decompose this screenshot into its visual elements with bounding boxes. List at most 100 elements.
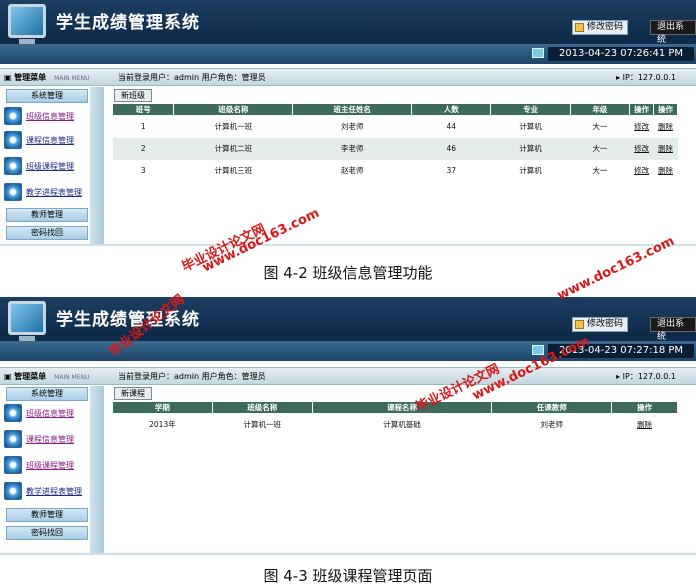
table-cell: 计算机一班 [212, 413, 313, 436]
frame-border [0, 244, 696, 246]
frame-border [0, 553, 696, 555]
monitor-icon [532, 48, 544, 58]
sidebar-system-header[interactable]: 系统管理 [6, 89, 88, 103]
column-header: 学期 [112, 401, 213, 414]
table-cell: 修改 [629, 137, 654, 160]
new-class-button[interactable]: 新班级 [114, 89, 152, 102]
gear-icon [4, 107, 22, 125]
table-row: 1 计算机一班 刘老师 44 计算机 大一 修改 删除 [112, 115, 678, 138]
gear-icon [4, 183, 22, 201]
table-cell: 删除 [611, 413, 678, 436]
sidebar-teacher-header[interactable]: 教师管理 [6, 208, 88, 222]
sidebar-divider [90, 386, 104, 555]
table-cell: 赵老师 [292, 159, 412, 182]
table-cell: 计算机二班 [173, 137, 293, 160]
column-header: 任课教师 [491, 401, 613, 414]
document-page: 学生成绩管理系统 修改密码 退出系统 2013-04-23 07:26:41 P… [0, 0, 696, 586]
class-course-table: 学期 班级名称 课程名称 任课教师 操作 2013年 计算机一班 计算机基础 刘老师 删除 [112, 401, 678, 436]
edit-link[interactable]: 修改 [634, 166, 649, 175]
table-cell: 刘老师 [292, 115, 412, 138]
logout-button[interactable]: 退出系统 [650, 20, 696, 45]
table-row: 3 计算机三班 赵老师 37 计算机 大一 修改 删除 [112, 159, 678, 182]
menu-header: ▣ 管理菜单 MAIN MENU [4, 73, 90, 82]
ip-info: ▸ IP：127.0.0.1 [616, 73, 676, 82]
column-header: 课程名称 [311, 401, 493, 414]
delete-link[interactable]: 删除 [658, 122, 673, 131]
gear-icon [4, 430, 22, 448]
sidebar-password-header[interactable]: 密码找回 [6, 526, 88, 540]
clock-bar: 2013-04-23 07:26:41 PM [0, 44, 696, 64]
change-password-button[interactable]: 修改密码 [572, 20, 629, 35]
edit-link[interactable]: 修改 [634, 144, 649, 153]
column-header: 操作 [629, 103, 655, 116]
table-cell: 计算机一班 [173, 115, 293, 138]
table-cell: 刘老师 [491, 413, 612, 436]
ip-info: ▸ IP：127.0.0.1 [616, 372, 676, 381]
login-info: 当前登录用户：admin 用户角色：管理员 [118, 372, 266, 381]
column-header: 人数 [411, 103, 492, 116]
login-info: 当前登录用户：admin 用户角色：管理员 [118, 73, 266, 82]
sidebar-system-header[interactable]: 系统管理 [6, 387, 88, 401]
gear-icon [4, 482, 22, 500]
change-password-button[interactable]: 修改密码 [572, 317, 629, 332]
table-row: 2 计算机二班 李老师 46 计算机 大一 修改 删除 [112, 137, 678, 160]
class-table: 班号 班级名称 班主任姓名 人数 专业 年级 操作 操作 1 计算机一班 刘老师 44 计算机 大一 修改… [111, 103, 678, 182]
table-cell: 修改 [629, 115, 654, 138]
column-header: 操作 [653, 103, 678, 116]
logout-button[interactable]: 退出系统 [650, 317, 696, 342]
column-header: 年级 [569, 103, 631, 116]
table-cell: 删除 [653, 115, 678, 138]
screenshot-class-info: 学生成绩管理系统 修改密码 退出系统 2013-04-23 07:26:41 P… [0, 0, 696, 246]
main-content: 新课程 学期 班级名称 课程名称 任课教师 操作 2013年 计算机一班 计算机基础 刘老师 删… [110, 386, 680, 555]
table-cell: 大一 [570, 137, 630, 160]
column-header: 班级名称 [211, 401, 313, 414]
main-content: 新班级 班号 班级名称 班主任姓名 人数 专业 年级 操作 操作 1 计算机一班 刘老师 44 计算机… [110, 87, 680, 246]
app-title: 学生成绩管理系统 [56, 13, 200, 33]
table-cell: 3 [112, 159, 174, 182]
table-cell: 计算机 [490, 115, 571, 138]
table-cell: 李老师 [292, 137, 412, 160]
edit-link[interactable]: 修改 [634, 122, 649, 131]
sidebar-password-header[interactable]: 密码找回 [6, 226, 88, 240]
monitor-logo-icon [8, 4, 46, 47]
table-cell: 1 [112, 115, 174, 138]
column-header: 班主任姓名 [292, 103, 413, 116]
table-cell: 删除 [653, 137, 678, 160]
menu-header: ▣ 管理菜单 MAIN MENU [4, 372, 90, 381]
delete-link[interactable]: 删除 [658, 166, 673, 175]
sidebar-divider [90, 87, 104, 246]
screenshot-class-course: 学生成绩管理系统 修改密码 退出系统 2013-04-23 07:27:18 P… [0, 297, 696, 555]
table-cell: 2013年 [112, 413, 213, 436]
table-cell: 46 [411, 137, 491, 160]
table-cell: 删除 [653, 159, 678, 182]
key-icon [575, 23, 584, 32]
gear-icon [4, 131, 22, 149]
table-cell: 大一 [570, 115, 630, 138]
table-row: 2013年 计算机一班 计算机基础 刘老师 删除 [112, 413, 678, 436]
column-header: 专业 [490, 103, 571, 116]
table-cell: 计算机 [490, 137, 571, 160]
figure-caption-4-3: 图 4-3 班级课程管理页面 [263, 567, 433, 585]
table-cell: 计算机三班 [173, 159, 293, 182]
table-cell: 修改 [629, 159, 654, 182]
delete-link[interactable]: 删除 [658, 144, 673, 153]
table-cell: 大一 [570, 159, 630, 182]
info-bar: ▣ 管理菜单 MAIN MENU 当前登录用户：admin 用户角色：管理员 ▸ … [0, 68, 696, 86]
monitor-logo-icon [8, 301, 46, 344]
delete-link[interactable]: 删除 [637, 420, 652, 429]
table-cell: 44 [411, 115, 491, 138]
table-cell: 计算机 [490, 159, 571, 182]
new-course-button[interactable]: 新课程 [114, 387, 152, 400]
gear-icon [4, 404, 22, 422]
column-header: 班级名称 [173, 103, 294, 116]
gear-icon [4, 456, 22, 474]
table-cell: 2 [112, 137, 174, 160]
table-cell: 计算机基础 [312, 413, 492, 436]
sidebar-teacher-header[interactable]: 教师管理 [6, 508, 88, 522]
gear-icon [4, 157, 22, 175]
column-header: 班号 [111, 103, 175, 116]
info-bar: ▣ 管理菜单 MAIN MENU 当前登录用户：admin 用户角色：管理员 ▸ … [0, 367, 696, 385]
clock-display: 2013-04-23 07:26:41 PM [548, 47, 694, 61]
table-cell: 37 [411, 159, 491, 182]
key-icon [575, 320, 584, 329]
